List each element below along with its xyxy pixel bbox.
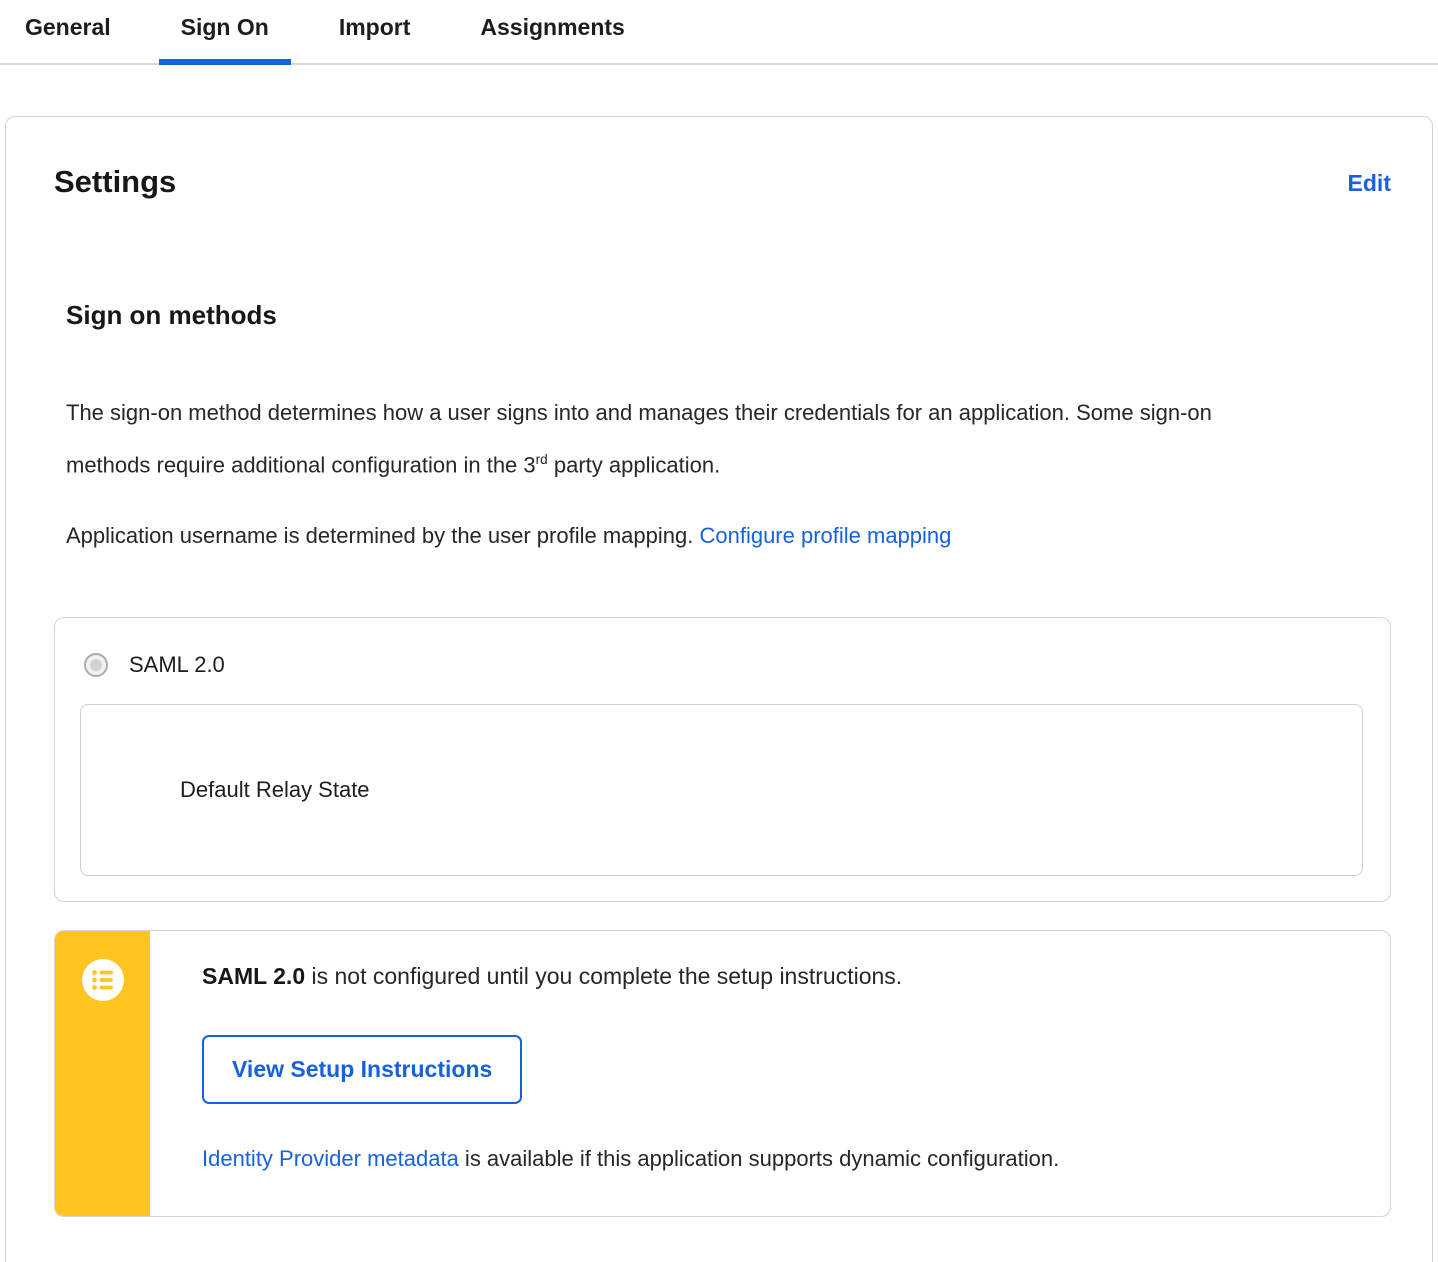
- default-relay-state-box: Default Relay State: [80, 704, 1363, 877]
- description-text-end: party application.: [547, 452, 721, 478]
- tab-sign-on[interactable]: Sign On: [158, 0, 291, 65]
- metadata-line: Identity Provider metadata is available …: [202, 1146, 1350, 1172]
- sign-on-methods-heading: Sign on methods: [66, 300, 277, 330]
- page-title: Settings: [54, 164, 177, 199]
- edit-link[interactable]: Edit: [1348, 170, 1391, 197]
- identity-provider-metadata-link[interactable]: Identity Provider metadata: [202, 1146, 459, 1171]
- tab-bar: General Sign On Import Assignments: [0, 0, 1438, 65]
- default-relay-state-label: Default Relay State: [180, 777, 370, 803]
- saml-radio[interactable]: [84, 653, 108, 678]
- ordinal-superscript: rd: [535, 452, 548, 467]
- radio-dot: [90, 659, 102, 672]
- username-mapping-line: Application username is determined by th…: [66, 512, 1391, 559]
- tab-general[interactable]: General: [3, 0, 133, 65]
- saml-method-box: SAML 2.0 Default Relay State: [54, 617, 1391, 903]
- not-configured-text: is not configured until you complete the…: [305, 963, 903, 990]
- sign-on-methods-section: Sign on methods The sign-on method deter…: [54, 300, 1391, 1218]
- tab-import[interactable]: Import: [317, 0, 433, 65]
- settings-header: Settings Edit: [54, 164, 1391, 200]
- setup-instructions-callout: SAML 2.0 is not configured until you com…: [54, 930, 1391, 1218]
- tab-assignments[interactable]: Assignments: [458, 0, 646, 65]
- saml-radio-row: SAML 2.0: [84, 652, 1363, 678]
- callout-content: SAML 2.0 is not configured until you com…: [150, 931, 1390, 1216]
- sign-on-description: The sign-on method determines how a user…: [66, 389, 1261, 488]
- configure-profile-mapping-link[interactable]: Configure profile mapping: [699, 523, 951, 548]
- saml-radio-label: SAML 2.0: [129, 652, 225, 678]
- view-setup-instructions-button[interactable]: View Setup Instructions: [202, 1035, 523, 1105]
- settings-card: Settings Edit Sign on methods The sign-o…: [5, 116, 1433, 1262]
- setup-instructions-list-icon: [81, 959, 124, 1002]
- saml-bold-text: SAML 2.0: [202, 963, 306, 990]
- callout-warning-stripe: [55, 931, 150, 1217]
- metadata-text: is available if this application support…: [458, 1146, 1060, 1172]
- not-configured-message: SAML 2.0 is not configured until you com…: [202, 963, 1350, 990]
- username-mapping-text: Application username is determined by th…: [66, 523, 700, 549]
